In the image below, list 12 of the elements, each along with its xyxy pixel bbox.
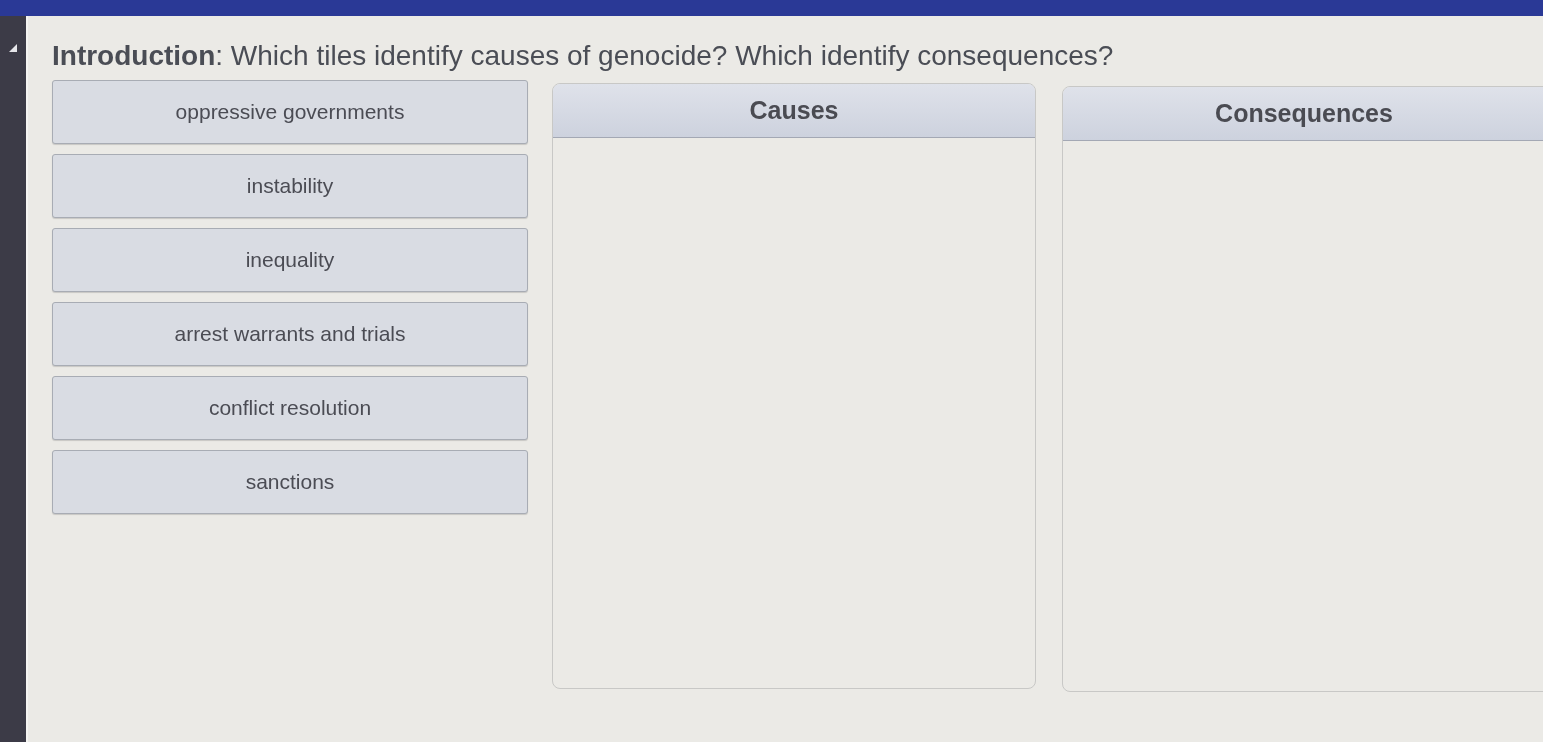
column-heading: Consequences [1214, 97, 1394, 129]
instruction-text: Introduction: Which tiles identify causes of genocide? Which identify consequences? [52, 40, 1115, 72]
column-heading: Causes [748, 94, 840, 126]
answer-tile[interactable]: oppressive governments [52, 80, 528, 144]
corner-triangle-icon [9, 44, 17, 52]
answer-tile[interactable]: conflict resolution [52, 376, 528, 440]
answer-tile[interactable]: sanctions [52, 450, 528, 514]
answer-tile[interactable]: inequality [52, 228, 528, 292]
drop-zone-panel[interactable]: Causes [552, 83, 1036, 689]
answer-tile[interactable]: arrest warrants and trials [52, 302, 528, 366]
drop-zone-panel[interactable]: Consequences [1062, 86, 1543, 692]
answer-tile[interactable]: instability [52, 154, 528, 218]
